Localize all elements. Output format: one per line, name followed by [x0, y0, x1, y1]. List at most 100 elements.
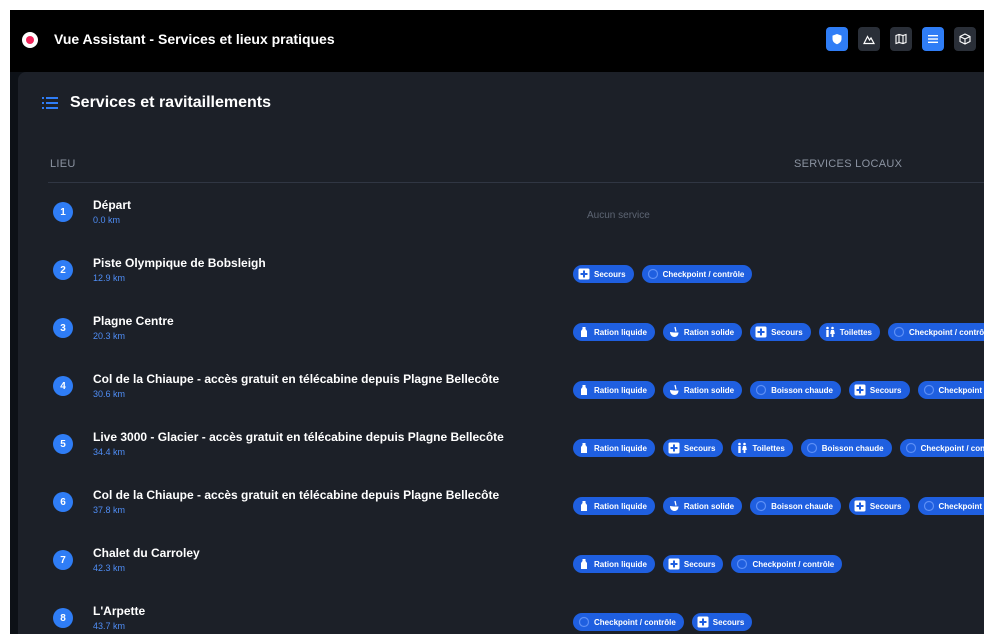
food-icon: [668, 500, 680, 512]
list-icon: [42, 97, 58, 109]
food-icon: [668, 384, 680, 396]
list-item[interactable]: 8 L'Arpette 43.7 km Checkpoint / contrôle Se…: [18, 590, 984, 634]
toolbar-button-mountain[interactable]: [858, 27, 880, 51]
water-bottle-icon: [578, 500, 590, 512]
place-name: Col de la Chiaupe - accès gratuit en tél…: [93, 372, 500, 386]
list-icon: [927, 33, 939, 45]
service-label: Ration liquide: [594, 501, 647, 511]
place-name: Départ: [93, 198, 132, 212]
service-label: Toilettes: [752, 443, 785, 453]
service-badge-secours: Secours: [848, 497, 910, 515]
header-divider: [48, 182, 984, 183]
place-name: Chalet du Carroley: [93, 546, 200, 560]
services-list: 1 Départ 0.0 km Aucun service 2 Piste Olympiq…: [18, 184, 984, 634]
service-list: Checkpoint / contrôle Secours: [573, 610, 984, 634]
food-icon: [668, 326, 680, 338]
list-item[interactable]: 7 Chalet du Carroley 42.3 km Ration liquide…: [18, 532, 984, 590]
service-label: Boisson chaude: [771, 501, 833, 511]
step-number-badge: 2: [53, 260, 73, 280]
service-badge-secours: Secours: [691, 613, 753, 631]
water-bottle-icon: [578, 326, 590, 338]
service-label: Checkpoint / contrôle: [909, 327, 984, 337]
service-badge-checkpoint: Checkpoint / contrôle: [899, 439, 984, 457]
service-badge-checkpoint: Checkpoint / contrôle: [731, 555, 843, 573]
no-service-label: Aucun service: [587, 210, 650, 221]
service-badge-boisson-chaude: Boisson chaude: [750, 497, 841, 515]
water-bottle-icon: [578, 384, 590, 396]
service-label: Secours: [771, 327, 803, 337]
toolbar-button-map[interactable]: [890, 27, 912, 51]
service-label: Secours: [683, 443, 716, 453]
checkpoint-icon: [893, 326, 905, 338]
checkpoint-icon: [647, 268, 659, 280]
step-number-badge: 8: [53, 608, 73, 628]
list-item[interactable]: 5 Live 3000 - Glacier - accès gratuit en …: [18, 416, 984, 474]
list-item[interactable]: 2 Piste Olympique de Bobsleigh 12.9 km Seco…: [18, 242, 984, 300]
checkpoint-icon: [905, 442, 917, 454]
place-distance: 0.0 km: [93, 215, 121, 225]
place-name: Piste Olympique de Bobsleigh: [93, 256, 266, 270]
place-distance: 43.7 km: [93, 621, 126, 631]
service-badge-ration-liquide: Ration liquide: [573, 497, 655, 515]
service-badge-ration-liquide: Ration liquide: [573, 323, 655, 341]
service-badge-checkpoint: Checkpoint / contrôle: [917, 381, 984, 399]
checkpoint-icon: [923, 500, 935, 512]
toolbar-button-box[interactable]: [954, 27, 976, 51]
window-title: Vue Assistant - Services et lieux pratiq…: [54, 31, 335, 47]
panel-title: Services et ravitaillements: [70, 94, 272, 111]
service-list: Ration liquide Secours Toilettes Boisson ch…: [573, 436, 984, 460]
step-number-badge: 7: [53, 550, 73, 570]
service-list: Ration liquide Secours Checkpoint / contrô…: [573, 552, 984, 576]
list-item[interactable]: 6 Col de la Chiaupe - accès gratuit en té…: [18, 474, 984, 532]
app-window: Vue Assistant - Services et lieux pratiq…: [10, 10, 984, 634]
step-number-badge: 1: [53, 202, 73, 222]
place-distance: 42.3 km: [93, 563, 126, 573]
service-label: Checkpoint / contrôle: [662, 269, 745, 279]
service-badge-checkpoint: Checkpoint / contrôle: [917, 497, 984, 515]
water-bottle-icon: [578, 442, 590, 454]
service-badge-checkpoint: Checkpoint / contrôle: [888, 323, 984, 341]
first-aid-icon: [668, 442, 680, 454]
hot-drink-icon: [755, 500, 767, 512]
service-badge-ration-liquide: Ration liquide: [573, 555, 655, 573]
service-label: Ration liquide: [594, 385, 647, 395]
service-badge-toilettes: Toilettes: [731, 439, 793, 457]
place-distance: 12.9 km: [93, 273, 126, 283]
place-distance: 30.6 km: [93, 389, 126, 399]
place-name: Plagne Centre: [93, 314, 174, 328]
list-item[interactable]: 1 Départ 0.0 km Aucun service: [18, 184, 984, 242]
service-badge-secours: Secours: [662, 439, 724, 457]
list-item[interactable]: 4 Col de la Chiaupe - accès gratuit en té…: [18, 358, 984, 416]
step-number-badge: 6: [53, 492, 73, 512]
shield-icon: [831, 33, 843, 45]
service-list: Secours Checkpoint / contrôle: [573, 262, 984, 286]
first-aid-icon: [668, 558, 680, 570]
service-label: Ration liquide: [594, 559, 647, 569]
first-aid-icon: [854, 500, 866, 512]
toolbar-button-list[interactable]: [922, 27, 944, 51]
service-label: Secours: [594, 269, 626, 279]
place-name: Live 3000 - Glacier - accès gratuit en t…: [93, 430, 504, 444]
service-label: Checkpoint / contrôle: [920, 443, 984, 453]
first-aid-icon: [854, 384, 866, 396]
first-aid-icon: [697, 616, 709, 628]
service-badge-checkpoint: Checkpoint / contrôle: [573, 613, 684, 631]
place-name: L'Arpette: [93, 604, 146, 618]
service-label: Ration solide: [683, 327, 735, 337]
services-panel: Services et ravitaillements LIEU SERVICE…: [18, 72, 984, 634]
list-item[interactable]: 3 Plagne Centre 20.3 km Ration liquide Ratio…: [18, 300, 984, 358]
service-label: Ration liquide: [594, 443, 647, 453]
toolbar-button-shield[interactable]: [826, 27, 848, 51]
place-distance: 37.8 km: [93, 505, 126, 515]
service-badge-ration-liquide: Ration liquide: [573, 381, 655, 399]
service-label: Secours: [869, 501, 902, 511]
place-distance: 34.4 km: [93, 447, 126, 457]
service-badge-toilettes: Toilettes: [818, 323, 881, 341]
service-list: Ration liquide Ration solide Boisson chaud…: [573, 494, 984, 518]
service-badge-secours: Secours: [750, 323, 811, 341]
service-label: Ration solide: [683, 385, 735, 395]
service-badge-ration-liquide: Ration liquide: [573, 439, 655, 457]
hot-drink-icon: [806, 442, 818, 454]
step-number-badge: 5: [53, 434, 73, 454]
service-badge-secours: Secours: [848, 381, 910, 399]
